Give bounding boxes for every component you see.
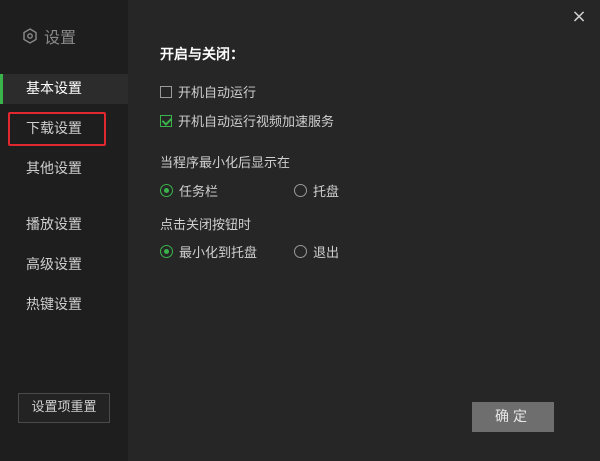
autostart-accel-checkbox-row[interactable]: 开机自动运行视频加速服务 xyxy=(160,111,334,130)
sidebar: 设置 基本设置 下载设置 其他设置 播放设置 高级设置 热键设置 设置项重置 xyxy=(0,0,128,461)
sidebar-item-playback[interactable]: 播放设置 xyxy=(0,210,128,240)
sidebar-item-label: 基本设置 xyxy=(26,81,82,97)
autostart-accel-checkbox[interactable] xyxy=(160,114,172,127)
exit-label: 退出 xyxy=(313,246,340,261)
minimize-to-tray-radio[interactable] xyxy=(160,245,173,258)
minimize-label: 当程序最小化后显示在 xyxy=(160,156,291,171)
close-button-label: 点击关闭按钮时 xyxy=(160,218,252,233)
sidebar-item-label: 播放设置 xyxy=(26,217,82,233)
sidebar-title-label: 设置 xyxy=(44,28,77,47)
tray-radio[interactable] xyxy=(294,184,307,197)
tray-label: 托盘 xyxy=(313,185,340,200)
minimize-to-tray-label: 最小化到托盘 xyxy=(179,246,258,261)
autostart-accel-label: 开机自动运行视频加速服务 xyxy=(178,115,335,130)
autostart-label: 开机自动运行 xyxy=(178,86,257,101)
minimize-tray-radio-row[interactable]: 托盘 xyxy=(294,181,339,200)
sidebar-item-label: 其他设置 xyxy=(26,161,82,177)
highlight-box xyxy=(8,112,106,146)
exit-radio[interactable] xyxy=(294,245,307,258)
gear-icon xyxy=(23,28,37,44)
autostart-checkbox[interactable] xyxy=(160,85,172,98)
section-title: 开启与关闭： xyxy=(160,47,244,63)
taskbar-radio[interactable] xyxy=(160,184,173,197)
sidebar-item-advanced[interactable]: 高级设置 xyxy=(0,250,128,280)
ok-button[interactable]: 确定 xyxy=(472,402,554,432)
close-to-tray-radio-row[interactable]: 最小化到托盘 xyxy=(160,242,257,261)
settings-window: 设置 基本设置 下载设置 其他设置 播放设置 高级设置 热键设置 设置项重置 ×… xyxy=(0,0,600,461)
sidebar-item-label: 热键设置 xyxy=(26,297,82,313)
minimize-taskbar-radio-row[interactable]: 任务栏 xyxy=(160,181,218,200)
close-exit-radio-row[interactable]: 退出 xyxy=(294,242,339,261)
autostart-checkbox-row[interactable]: 开机自动运行 xyxy=(160,82,256,101)
sidebar-item-other[interactable]: 其他设置 xyxy=(0,154,128,184)
reset-settings-button[interactable]: 设置项重置 xyxy=(18,393,110,423)
sidebar-title: 设置 xyxy=(22,25,76,47)
sidebar-item-hotkeys[interactable]: 热键设置 xyxy=(0,290,128,320)
sidebar-item-label: 高级设置 xyxy=(26,257,82,273)
settings-content: 开启与关闭： 开机自动运行 开机自动运行视频加速服务 当程序最小化后显示在 任务… xyxy=(160,0,600,461)
sidebar-item-basic[interactable]: 基本设置 xyxy=(0,74,128,104)
taskbar-label: 任务栏 xyxy=(179,185,219,200)
